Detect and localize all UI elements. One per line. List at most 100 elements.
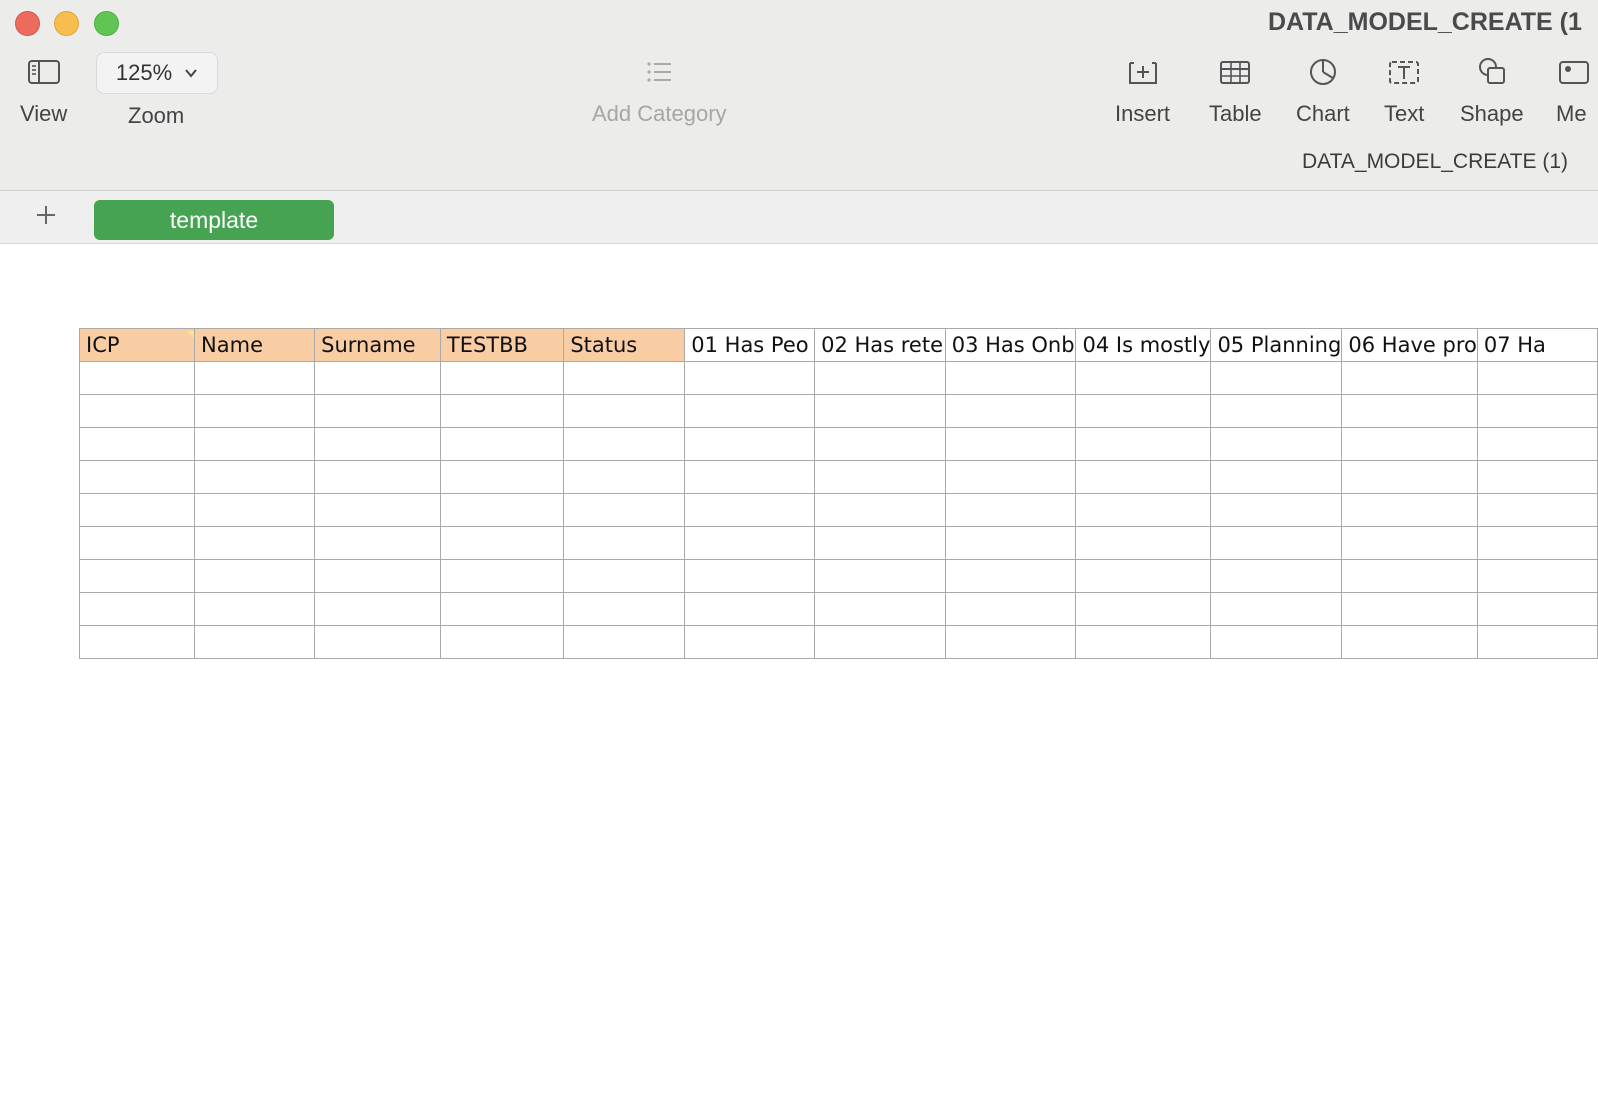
table-button[interactable]: Table: [1209, 54, 1262, 127]
table-cell[interactable]: [814, 559, 946, 593]
table-cell[interactable]: [1075, 394, 1212, 428]
table-cell[interactable]: [194, 625, 316, 659]
table-cell[interactable]: [1341, 394, 1478, 428]
column-header[interactable]: 06 Have pro: [1341, 328, 1478, 362]
table-cell[interactable]: [1210, 559, 1343, 593]
table-cell[interactable]: [1210, 592, 1343, 626]
minimize-window-button[interactable]: [54, 11, 79, 36]
add-sheet-icon[interactable]: [34, 203, 58, 227]
table-cell[interactable]: [1075, 625, 1212, 659]
table-cell[interactable]: [563, 526, 686, 560]
table-cell[interactable]: [944, 592, 1077, 626]
table-cell[interactable]: [314, 592, 441, 626]
table-cell[interactable]: [194, 460, 316, 494]
table-cell[interactable]: [684, 592, 816, 626]
table-cell[interactable]: [314, 427, 441, 461]
column-header[interactable]: Status: [563, 328, 686, 362]
table-cell[interactable]: [1476, 427, 1598, 461]
table-cell[interactable]: [78, 592, 196, 626]
media-button[interactable]: Me: [1556, 54, 1592, 127]
table-cell[interactable]: [1476, 394, 1598, 428]
table-cell[interactable]: [563, 559, 686, 593]
table-cell[interactable]: [684, 625, 816, 659]
zoom-select[interactable]: 125%: [96, 52, 218, 94]
table-cell[interactable]: [1075, 427, 1212, 461]
shape-button[interactable]: Shape: [1460, 54, 1524, 127]
table-cell[interactable]: [314, 361, 441, 395]
table-cell[interactable]: [944, 460, 1077, 494]
table-cell[interactable]: [1210, 625, 1343, 659]
table-cell[interactable]: [563, 361, 686, 395]
table-cell[interactable]: [563, 394, 686, 428]
table-cell[interactable]: [439, 361, 565, 395]
table-cell[interactable]: [1075, 592, 1212, 626]
table-cell[interactable]: [563, 625, 686, 659]
table-cell[interactable]: [814, 526, 946, 560]
table-cell[interactable]: [78, 526, 196, 560]
comment-marker-icon[interactable]: [187, 331, 194, 351]
table-cell[interactable]: [944, 394, 1077, 428]
table-cell[interactable]: [814, 394, 946, 428]
add-category-button[interactable]: Add Category: [592, 54, 727, 127]
table-cell[interactable]: [1341, 559, 1478, 593]
table-cell[interactable]: [78, 427, 196, 461]
table-cell[interactable]: [1210, 526, 1343, 560]
table-cell[interactable]: [78, 460, 196, 494]
column-header[interactable]: 03 Has Onb: [944, 328, 1077, 362]
close-window-button[interactable]: [15, 11, 40, 36]
table-cell[interactable]: [814, 460, 946, 494]
table-cell[interactable]: [1476, 592, 1598, 626]
table-cell[interactable]: [1341, 427, 1478, 461]
table-cell[interactable]: [684, 493, 816, 527]
column-header[interactable]: 01 Has Peo: [684, 328, 816, 362]
table-cell[interactable]: [1210, 361, 1343, 395]
chart-button[interactable]: Chart: [1296, 54, 1350, 127]
table-cell[interactable]: [439, 460, 565, 494]
table-cell[interactable]: [194, 559, 316, 593]
table-cell[interactable]: [1210, 460, 1343, 494]
table-cell[interactable]: [194, 394, 316, 428]
table-cell[interactable]: [944, 493, 1077, 527]
table-cell[interactable]: [439, 427, 565, 461]
column-header[interactable]: 05 Planning: [1210, 328, 1343, 362]
table-cell[interactable]: [314, 394, 441, 428]
column-header[interactable]: 02 Has rete: [814, 328, 946, 362]
table-cell[interactable]: [194, 493, 316, 527]
table-cell[interactable]: [78, 493, 196, 527]
column-header[interactable]: 07 Ha: [1476, 328, 1598, 362]
table-cell[interactable]: [314, 559, 441, 593]
table-cell[interactable]: [314, 526, 441, 560]
table-cell[interactable]: [439, 493, 565, 527]
column-header[interactable]: Surname: [314, 328, 441, 362]
table-cell[interactable]: [563, 460, 686, 494]
table-cell[interactable]: [439, 559, 565, 593]
table-cell[interactable]: [314, 493, 441, 527]
table-cell[interactable]: [1341, 592, 1478, 626]
table-cell[interactable]: [439, 592, 565, 626]
column-header[interactable]: Name: [194, 328, 316, 362]
view-button[interactable]: View: [20, 54, 67, 127]
table-cell[interactable]: [314, 625, 441, 659]
table-cell[interactable]: [78, 559, 196, 593]
column-header[interactable]: 04 Is mostly: [1075, 328, 1212, 362]
table-cell[interactable]: [814, 592, 946, 626]
table-cell[interactable]: [1341, 625, 1478, 659]
table-cell[interactable]: [944, 625, 1077, 659]
maximize-window-button[interactable]: [94, 11, 119, 36]
table-cell[interactable]: [563, 493, 686, 527]
table-cell[interactable]: [78, 625, 196, 659]
table-cell[interactable]: [194, 361, 316, 395]
table-cell[interactable]: [563, 592, 686, 626]
table-cell[interactable]: [1476, 625, 1598, 659]
table-cell[interactable]: [684, 559, 816, 593]
table-cell[interactable]: [194, 592, 316, 626]
table-cell[interactable]: [439, 526, 565, 560]
table-cell[interactable]: [1210, 493, 1343, 527]
table-cell[interactable]: [814, 361, 946, 395]
table-cell[interactable]: [684, 460, 816, 494]
table-cell[interactable]: [684, 427, 816, 461]
table-cell[interactable]: [1210, 427, 1343, 461]
table-cell[interactable]: [814, 625, 946, 659]
table-cell[interactable]: [1075, 559, 1212, 593]
table-cell[interactable]: [1476, 460, 1598, 494]
